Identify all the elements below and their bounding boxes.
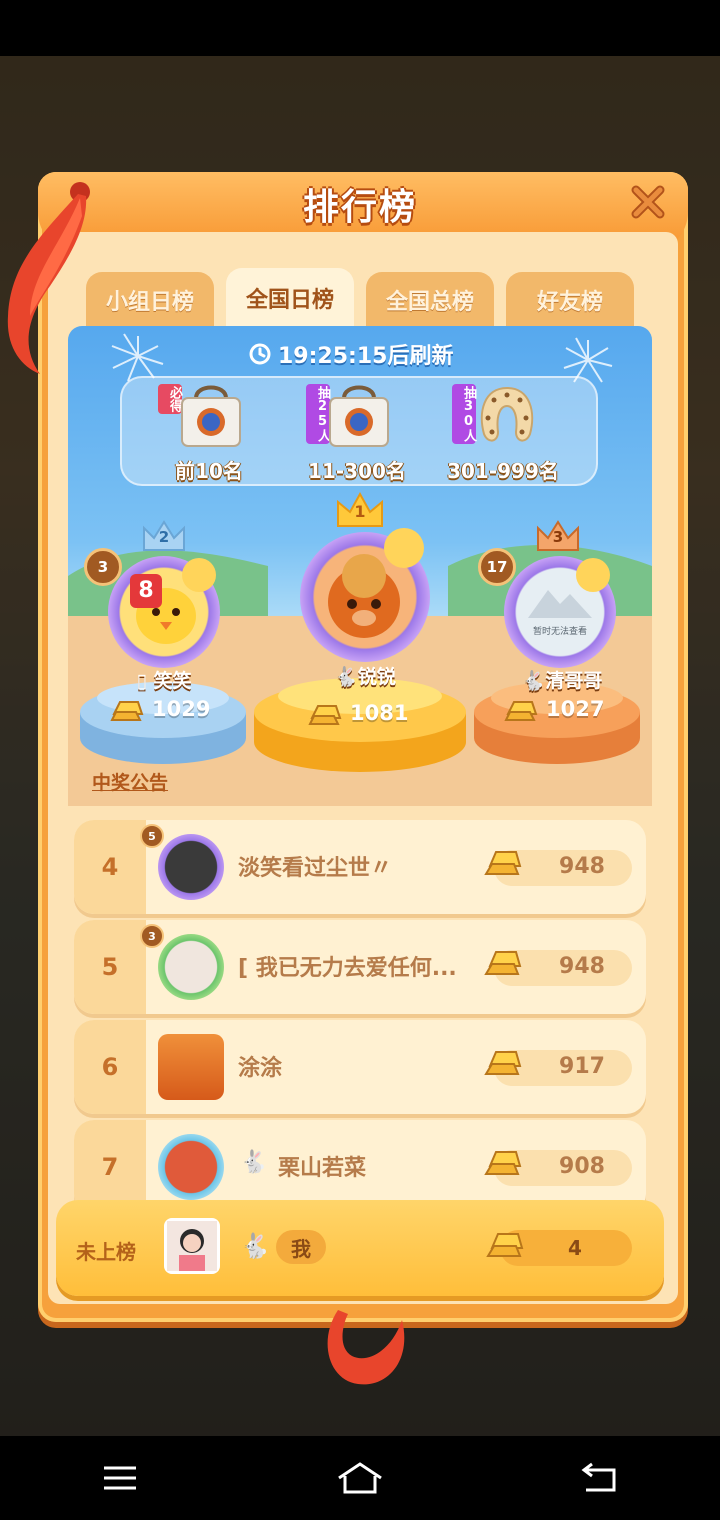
neck-pillow-icon (480, 386, 534, 442)
tab-friends[interactable]: 好友榜 (506, 272, 634, 328)
prize-top10[interactable]: 必得 前10名 (134, 380, 284, 484)
row-rank: 5 (74, 920, 146, 1014)
gold-bar-icon (504, 701, 538, 721)
gold-bar-icon (484, 851, 522, 875)
row-name: 涂涂 (238, 1056, 283, 1081)
rabbit-icon: 🐇 (521, 670, 546, 692)
winner-announcement-link[interactable]: 中奖公告 (92, 768, 168, 795)
table-row[interactable]: 5 3 [ 我已无力去爱任何... 948 (74, 920, 646, 1014)
refresh-timer: 19:25:15后刷新 (248, 338, 453, 370)
bag-icon (181, 385, 241, 447)
user-avatar (167, 1221, 217, 1271)
back-button[interactable] (560, 1448, 640, 1508)
rabbit-icon: 🐇 (334, 666, 358, 688)
avatar (158, 1034, 224, 1100)
menu-icon (104, 1466, 136, 1490)
row-rank: 6 (74, 1020, 146, 1114)
row-rank: 4 (74, 820, 146, 914)
gold-orb (576, 558, 610, 592)
prize-301-999[interactable]: 抽30人 301-999名 (428, 380, 578, 484)
tab-bar: 小组日榜 全国日榜 全国总榜 好友榜 (86, 268, 636, 328)
row-name: [ 我已无力去爱任何... (238, 956, 457, 981)
table-row[interactable]: 4 5 淡笑看过尘世〃 948 (74, 820, 646, 914)
rank-number: 3 (552, 528, 564, 546)
avatar (158, 834, 224, 900)
gold-bar-icon (484, 951, 522, 975)
my-score: 4 (568, 1236, 582, 1260)
row-name: 淡笑看过尘世〃 (238, 856, 393, 881)
level-badge: 3 (140, 924, 164, 948)
gold-orb (384, 528, 424, 568)
prize-11-300[interactable]: 抽25人 11-300名 (282, 380, 432, 484)
gold-bar-icon (484, 1151, 522, 1175)
close-icon (631, 185, 665, 219)
rank-number: 1 (354, 502, 366, 521)
tab-national-daily[interactable]: 全国日榜 (226, 268, 354, 328)
tab-national-total[interactable]: 全国总榜 (366, 272, 494, 328)
home-button[interactable] (320, 1448, 400, 1508)
row-name: 栗山若菜 (278, 1156, 367, 1181)
rank-number: 2 (158, 528, 170, 546)
clock-icon (249, 343, 271, 365)
avatar (164, 1218, 220, 1274)
my-rank-status: 未上榜 (76, 1240, 136, 1264)
menu-button[interactable] (80, 1448, 160, 1508)
rabbit-icon: 🐇 (240, 1150, 268, 1175)
prize-label: 301-999名 (447, 459, 559, 483)
level-badge: 3 (84, 548, 122, 586)
close-button[interactable] (626, 180, 670, 224)
avatar (158, 1134, 224, 1200)
winner-score: 1027 (504, 696, 604, 722)
winner-name: 🐇锐锐 (334, 666, 396, 688)
back-icon (581, 1462, 616, 1492)
prize-label: 前10名 (175, 459, 243, 483)
level-badge: 5 (140, 824, 164, 848)
table-row[interactable]: 6 涂涂 917 (74, 1020, 646, 1114)
winner-name: ▯ 笑笑 (136, 670, 192, 692)
status-bar (0, 0, 720, 56)
home-icon (338, 1462, 382, 1494)
my-name: 我 (276, 1230, 326, 1264)
winner-name: 🐇清哥哥 (521, 670, 603, 692)
streak-badge: 8 (130, 574, 162, 608)
row-score: 948 (559, 854, 605, 879)
winner-score: 1029 (110, 696, 210, 722)
row-score: 917 (559, 1054, 605, 1079)
gold-orb (182, 558, 216, 592)
avatar-unavailable-text: 暂时无法查看 (532, 627, 587, 637)
ribbon-decoration (327, 1310, 405, 1385)
prize-label: 11-300名 (308, 459, 406, 483)
tab-group-daily[interactable]: 小组日榜 (86, 272, 214, 328)
gold-bar-icon (308, 705, 342, 725)
winner-score: 1081 (308, 700, 408, 726)
gold-bar-icon (486, 1233, 524, 1257)
gold-bar-icon (110, 701, 144, 721)
refresh-text: 19:25:15后刷新 (278, 344, 454, 369)
level-badge: 17 (478, 548, 516, 586)
panel-title: 排行榜 (302, 187, 417, 228)
avatar (158, 934, 224, 1000)
prize-tag: 抽30人 (452, 384, 476, 444)
row-score: 908 (559, 1154, 605, 1179)
gold-bar-icon (484, 1051, 522, 1075)
rabbit-icon: 🐇 (240, 1232, 270, 1260)
system-nav-bar (0, 1436, 720, 1520)
bag-icon (329, 385, 389, 447)
row-score: 948 (559, 954, 605, 979)
